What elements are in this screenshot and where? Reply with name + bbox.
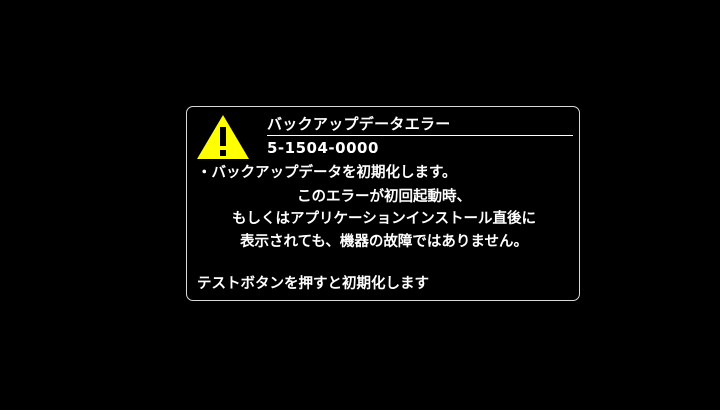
dialog-title: バックアップデータエラー (267, 115, 451, 133)
instruction-text: テストボタンを押すと初期化します (197, 276, 429, 292)
title-divider (267, 135, 573, 136)
message-line-4: 表示されても、機器の故障ではありません。 (240, 234, 528, 250)
warning-triangle-icon (195, 113, 251, 161)
backup-data-error-dialog: バックアップデータエラー 5-1504-0000 ・バックアップデータを初期化し… (186, 106, 580, 301)
message-line-1: ・バックアップデータを初期化します。 (197, 165, 457, 181)
message-line-3: もしくはアプリケーションインストール直後に (232, 211, 536, 227)
error-code: 5-1504-0000 (267, 139, 379, 157)
message-line-2: このエラーが初回起動時、 (297, 189, 471, 205)
